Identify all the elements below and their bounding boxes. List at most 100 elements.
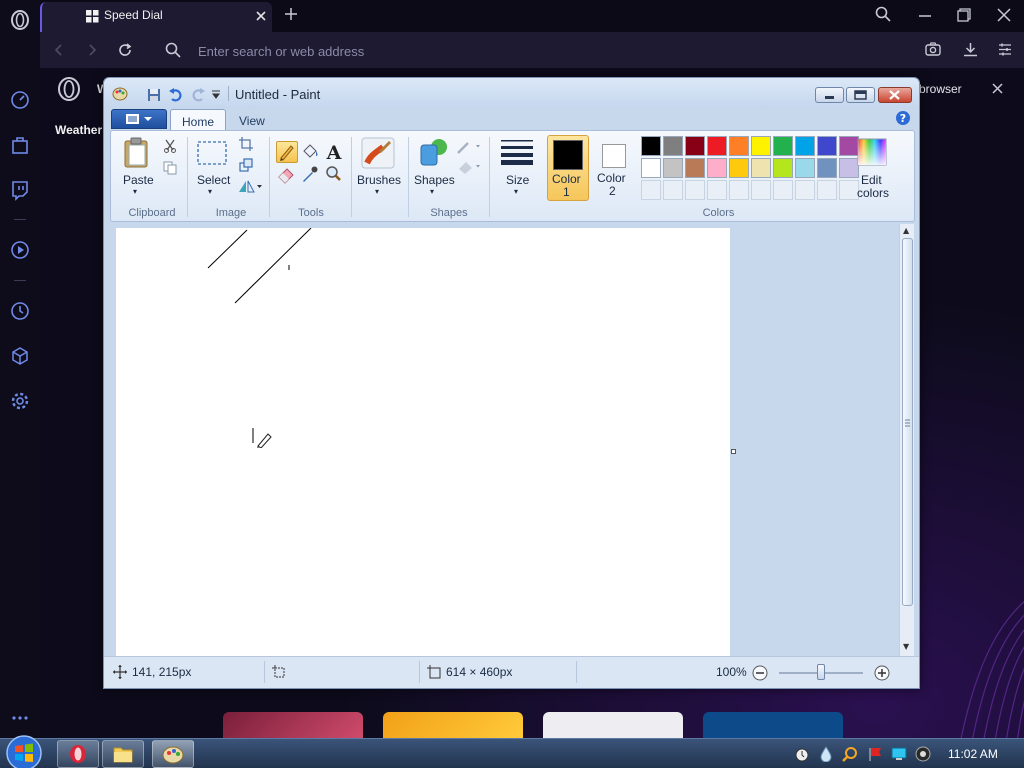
- tray-volume-icon[interactable]: [915, 746, 931, 762]
- copy-icon[interactable]: [163, 161, 177, 175]
- reload-icon[interactable]: [117, 42, 133, 58]
- speed-dial-icon[interactable]: [9, 89, 31, 111]
- paint-close-button[interactable]: [878, 87, 912, 103]
- customize-toolbar-icon[interactable]: [211, 90, 221, 100]
- custom-color-slot[interactable]: [773, 180, 793, 200]
- vertical-scrollbar[interactable]: ▲ ▼: [899, 224, 914, 656]
- paste-dropdown-arrow[interactable]: ▾: [133, 187, 137, 196]
- custom-color-slot[interactable]: [751, 180, 771, 200]
- tray-search-icon[interactable]: [842, 746, 858, 762]
- custom-color-slot[interactable]: [707, 180, 727, 200]
- downloads-icon[interactable]: [963, 42, 978, 57]
- file-menu-button[interactable]: [111, 109, 167, 129]
- close-window-icon[interactable]: [997, 8, 1011, 22]
- brushes-dropdown-arrow[interactable]: ▾: [375, 187, 379, 196]
- zoom-slider-thumb[interactable]: [817, 664, 825, 680]
- extensions-cube-icon[interactable]: [9, 345, 31, 367]
- fill-icon[interactable]: [456, 159, 482, 175]
- tray-network-icon[interactable]: [891, 746, 907, 762]
- drawing-canvas[interactable]: [116, 228, 730, 656]
- address-input[interactable]: [198, 42, 818, 60]
- custom-color-slot[interactable]: [839, 180, 859, 200]
- eraser-tool[interactable]: [276, 164, 298, 186]
- shapes-label[interactable]: Shapes: [414, 173, 455, 187]
- back-arrow-icon[interactable]: [53, 43, 65, 57]
- select-dropdown-arrow[interactable]: ▾: [208, 187, 212, 196]
- easy-setup-icon[interactable]: [998, 43, 1012, 56]
- snapshot-camera-icon[interactable]: [925, 42, 941, 56]
- palette-swatch[interactable]: [839, 158, 859, 178]
- undo-icon[interactable]: [168, 88, 184, 102]
- palette-swatch[interactable]: [707, 136, 727, 156]
- save-icon[interactable]: [147, 88, 161, 102]
- speed-dial-tile[interactable]: [543, 712, 683, 740]
- scroll-down-arrow[interactable]: ▼: [903, 642, 909, 651]
- restore-icon[interactable]: [957, 8, 971, 22]
- palette-swatch[interactable]: [685, 158, 705, 178]
- player-icon[interactable]: [9, 239, 31, 261]
- palette-swatch[interactable]: [773, 158, 793, 178]
- more-dots-icon[interactable]: [9, 707, 31, 729]
- zoom-out-button[interactable]: [752, 665, 768, 681]
- fill-bucket-tool[interactable]: [300, 141, 322, 163]
- brushes-icon[interactable]: [361, 137, 395, 169]
- canvas-resize-handle[interactable]: [731, 449, 736, 454]
- color1-button[interactable]: Color 1: [547, 135, 589, 201]
- palette-swatch[interactable]: [729, 158, 749, 178]
- palette-swatch[interactable]: [817, 158, 837, 178]
- palette-swatch[interactable]: [773, 136, 793, 156]
- brushes-label[interactable]: Brushes: [357, 173, 401, 187]
- edit-colors-label[interactable]: Edit: [861, 173, 882, 187]
- select-label[interactable]: Select: [197, 173, 230, 187]
- tab-speed-dial[interactable]: Speed Dial: [40, 2, 272, 32]
- pencil-tool[interactable]: [276, 141, 298, 163]
- forward-arrow-icon[interactable]: [86, 43, 98, 57]
- tray-flag-icon[interactable]: [867, 746, 883, 762]
- color2-button[interactable]: Color 2: [593, 135, 635, 201]
- palette-swatch[interactable]: [729, 136, 749, 156]
- resize-icon[interactable]: [239, 158, 253, 172]
- palette-swatch[interactable]: [795, 136, 815, 156]
- speed-dial-tile[interactable]: [383, 712, 523, 740]
- start-button[interactable]: [4, 733, 44, 768]
- color-picker-tool[interactable]: [300, 164, 322, 186]
- minimize-icon[interactable]: [918, 8, 932, 22]
- palette-swatch[interactable]: [663, 136, 683, 156]
- help-icon[interactable]: ?: [895, 110, 911, 126]
- custom-color-slot[interactable]: [663, 180, 683, 200]
- taskbar-paint-button[interactable]: [152, 740, 194, 768]
- text-tool[interactable]: A: [323, 141, 345, 163]
- edit-colors-label-2[interactable]: colors: [857, 186, 889, 200]
- paste-icon[interactable]: [123, 137, 151, 169]
- shapes-icon[interactable]: [417, 137, 451, 169]
- outline-icon[interactable]: [456, 139, 482, 155]
- magnifier-tool[interactable]: [323, 164, 345, 186]
- crop-icon[interactable]: [239, 137, 253, 151]
- custom-color-slot[interactable]: [795, 180, 815, 200]
- palette-swatch[interactable]: [641, 136, 661, 156]
- paint-minimize-button[interactable]: [815, 87, 844, 103]
- paint-restore-button[interactable]: [846, 87, 875, 103]
- custom-color-slot[interactable]: [817, 180, 837, 200]
- tab-home[interactable]: Home: [170, 109, 227, 131]
- size-dropdown-arrow[interactable]: ▾: [514, 187, 518, 196]
- scroll-up-arrow[interactable]: ▲: [903, 226, 909, 235]
- palette-swatch[interactable]: [839, 136, 859, 156]
- palette-swatch[interactable]: [817, 136, 837, 156]
- shopping-bag-icon[interactable]: [9, 134, 31, 156]
- paste-label[interactable]: Paste: [123, 173, 154, 187]
- custom-color-slot[interactable]: [685, 180, 705, 200]
- settings-gear-icon[interactable]: [9, 390, 31, 412]
- new-tab-plus-icon[interactable]: [284, 7, 298, 21]
- zoom-in-button[interactable]: [874, 665, 890, 681]
- shapes-dropdown-arrow[interactable]: ▾: [430, 187, 434, 196]
- cut-icon[interactable]: [163, 139, 177, 153]
- palette-swatch[interactable]: [685, 136, 705, 156]
- history-clock-icon[interactable]: [9, 300, 31, 322]
- taskbar-explorer-button[interactable]: [102, 740, 144, 768]
- tray-alarm-clock-icon[interactable]: [794, 746, 810, 762]
- palette-swatch[interactable]: [795, 158, 815, 178]
- size-icon[interactable]: [501, 139, 533, 165]
- palette-swatch[interactable]: [707, 158, 727, 178]
- size-label[interactable]: Size: [506, 173, 529, 187]
